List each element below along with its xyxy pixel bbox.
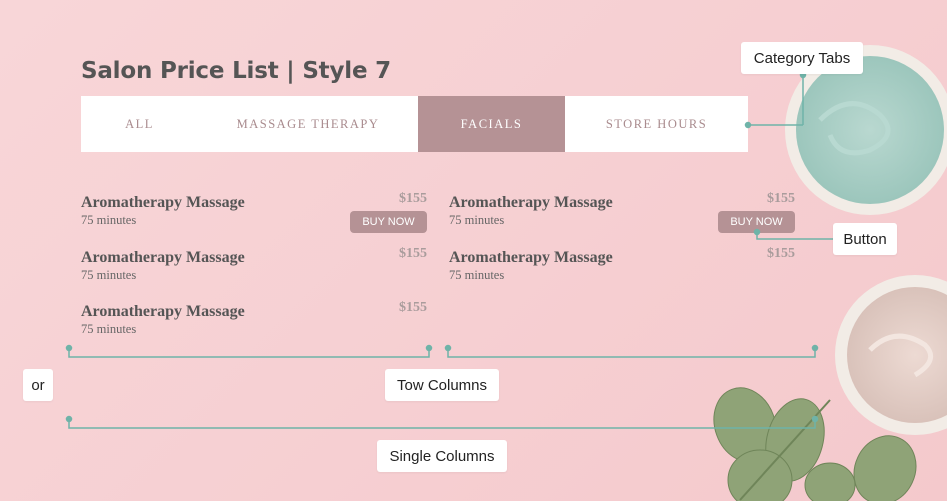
button-callout: Button (833, 223, 897, 255)
two-columns-callout: Tow Columns (385, 369, 499, 401)
single-columns-callout: Single Columns (377, 440, 507, 472)
annotation-lines (65, 71, 833, 429)
category-tabs-callout: Category Tabs (741, 42, 863, 74)
or-callout: or (23, 369, 53, 401)
